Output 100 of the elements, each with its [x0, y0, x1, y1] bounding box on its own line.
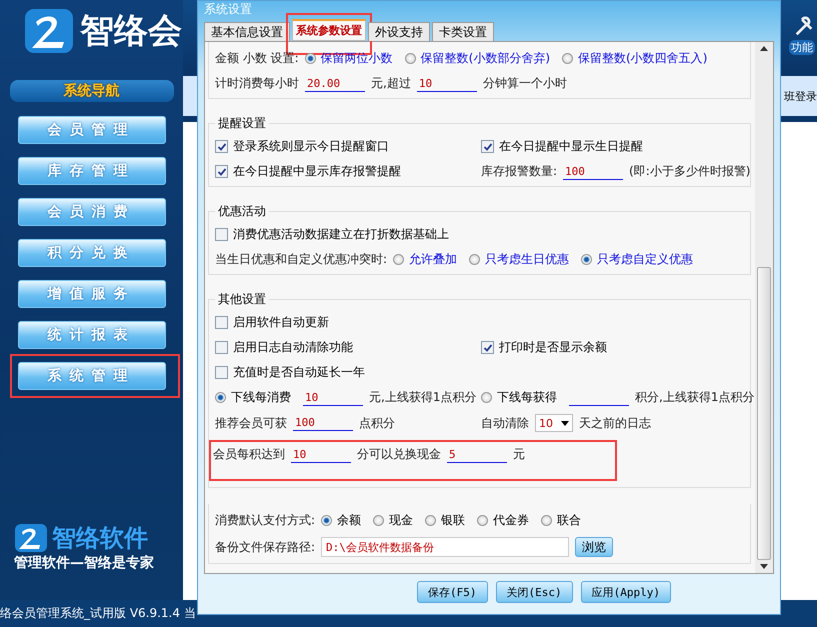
radio-option[interactable]: 银联 [425, 512, 466, 529]
radio-button[interactable] [481, 392, 492, 403]
tab[interactable]: 卡类设置 [432, 22, 494, 41]
checkbox[interactable] [215, 140, 228, 153]
scroll-up-icon[interactable] [760, 46, 768, 51]
toolbar-label[interactable]: 功能 [789, 40, 815, 54]
radio-button[interactable] [425, 515, 436, 526]
checkbox[interactable] [215, 341, 228, 354]
group-title: 优惠活动 [215, 203, 269, 220]
scroll-thumb[interactable] [757, 267, 771, 560]
radio-button[interactable] [321, 515, 332, 526]
field-label: 当生日优惠和自定义优惠冲突时: [215, 251, 388, 268]
field-label: 积分,上线获得1点积分 [635, 389, 754, 406]
field-label: 备份文件保存路径: [215, 538, 316, 556]
radio-button[interactable] [373, 515, 384, 526]
input-field[interactable]: 100 [293, 415, 353, 431]
dropdown[interactable]: 10 [535, 414, 573, 432]
scroll-down-icon[interactable] [760, 564, 768, 569]
field-label: 会员每积达到 [213, 446, 285, 463]
path-field[interactable]: D:\会员软件数据备份 [321, 537, 570, 557]
field-label: 推荐会员可获 [215, 414, 287, 432]
checkbox-label: 启用日志自动清除功能 [233, 339, 353, 356]
input-field[interactable]: 20.00 [305, 76, 365, 92]
checkbox[interactable] [215, 316, 228, 329]
app-logo-text: 智络会 [80, 10, 182, 53]
radio-option[interactable]: 余额 [321, 512, 362, 529]
radio-option[interactable]: 保留两位小数 [304, 50, 393, 67]
field-label: 金额 小数 设置: [215, 50, 299, 67]
field-label: 点积分 [359, 414, 395, 432]
checkbox[interactable] [481, 341, 494, 354]
navigation-header: 系统导航 [10, 80, 174, 102]
logo-icon [24, 8, 74, 54]
checkbox-label: 启用软件自动更新 [233, 314, 329, 331]
group-title: 其他设置 [215, 291, 269, 308]
field-label: (即:小于多少件时报警) [629, 163, 750, 180]
tab[interactable]: 基本信息设置 [204, 22, 290, 41]
option-label: 联合 [557, 512, 582, 529]
option-label: 现金 [389, 512, 414, 529]
input-field[interactable]: 10 [416, 76, 477, 92]
window-title: 系统设置 [204, 1, 252, 18]
input-field[interactable]: 100 [563, 164, 624, 180]
field-label: 分钟算一个小时 [482, 75, 567, 92]
checkbox[interactable] [481, 140, 494, 153]
radio-option[interactable]: 现金 [373, 512, 414, 529]
login-label[interactable]: 班登录 [784, 88, 817, 104]
radio-button[interactable] [562, 53, 574, 64]
checkbox[interactable] [215, 228, 228, 241]
field-label: 消费默认支付方式: [215, 512, 316, 529]
dialog-button[interactable]: 保存(F5) [417, 581, 488, 603]
caret-icon [561, 420, 569, 426]
vertical-scrollbar[interactable] [755, 42, 773, 573]
input-field[interactable]: 10 [291, 446, 351, 462]
radio-button[interactable] [469, 254, 480, 265]
logo-icon [14, 523, 48, 553]
input-field[interactable]: 5 [447, 446, 507, 462]
field-label: 元,上线获得1点积分 [369, 389, 476, 406]
browse-button[interactable]: 浏览 [575, 537, 614, 557]
radio-option[interactable]: 只考虑生日优惠 [469, 251, 570, 268]
dialog-button[interactable]: 关闭(Esc) [496, 581, 573, 603]
option-label: 下线每消费 [231, 389, 291, 406]
tab[interactable]: 外设支持 [368, 22, 430, 41]
checkbox[interactable] [215, 165, 228, 178]
radio-option[interactable]: 联合 [541, 512, 582, 529]
status-text: 络会员管理系统_试用版 V6.9.1.4 当 [0, 605, 196, 622]
option-label: 银联 [441, 512, 466, 529]
radio-option[interactable]: 下线每获得 [481, 389, 557, 406]
radio-option[interactable]: 下线每消费 [215, 389, 291, 406]
checkbox-label: 充值时是否自动延长一年 [233, 364, 365, 381]
checkbox-label: 在今日提醒中显示生日提醒 [499, 138, 643, 155]
field-label: 元,超过 [371, 75, 411, 92]
radio-option[interactable]: 代金券 [477, 512, 530, 529]
option-label: 下线每获得 [497, 389, 557, 406]
option-label: 代金券 [493, 512, 530, 529]
dialog-button[interactable]: 应用(Apply) [580, 581, 671, 603]
radio-button[interactable] [541, 515, 552, 526]
field-label: 自动清除 [481, 414, 529, 432]
slogan: 管理软件—智络是专家 [14, 554, 154, 572]
field-label: 元 [513, 446, 525, 463]
radio-button[interactable] [215, 392, 226, 403]
radio-button[interactable] [581, 254, 592, 265]
group-title: 提醒设置 [215, 115, 269, 132]
tools-icon [793, 16, 815, 38]
option-label: 保留两位小数 [320, 50, 393, 67]
checkbox-label: 打印时是否显示余额 [499, 339, 607, 356]
field-label: 库存报警数量: [481, 163, 558, 180]
radio-option[interactable]: 允许叠加 [393, 251, 458, 268]
checkbox-label: 登录系统则显示今日提醒窗口 [233, 138, 389, 155]
input-field[interactable]: 10 [303, 390, 363, 406]
field-label: 计时消费每小时 [215, 75, 299, 92]
radio-button[interactable] [393, 254, 404, 265]
radio-button[interactable] [477, 515, 488, 526]
checkbox-label: 消费优惠活动数据建立在打折数据基础上 [233, 226, 449, 243]
radio-button[interactable] [304, 53, 316, 64]
brand-name: 智络软件 [52, 523, 148, 554]
radio-button[interactable] [404, 53, 416, 64]
tab[interactable]: 系统参数设置 [292, 19, 366, 41]
checkbox[interactable] [215, 366, 228, 379]
checkbox-label: 在今日提醒中显示库存报警提醒 [233, 163, 401, 180]
option-label: 只考虑生日优惠 [485, 251, 570, 268]
field-label: 分可以兑换现金 [357, 446, 441, 463]
